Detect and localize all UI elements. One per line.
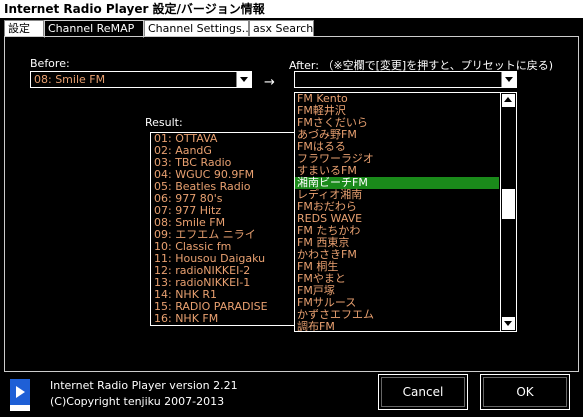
arrow-icon: → xyxy=(264,75,275,90)
chevron-down-icon[interactable] xyxy=(236,72,251,87)
scroll-up-icon[interactable] xyxy=(502,94,515,107)
chevron-down-icon[interactable] xyxy=(501,72,516,87)
cancel-button[interactable]: Cancel xyxy=(378,374,468,410)
tab-settings[interactable]: 設定 xyxy=(4,20,44,37)
tab-asx-search[interactable]: asx Search xyxy=(249,20,314,37)
tab-channel-settings[interactable]: Channel Settings... xyxy=(144,20,252,37)
result-label: Result: xyxy=(145,116,183,129)
after-dropdown-list[interactable]: FM Kento FM軽井沢 FMさくだいら あづみ野FM FMはるる フラワー… xyxy=(294,92,517,332)
dropdown-scrollbar[interactable] xyxy=(500,93,516,331)
scroll-down-icon[interactable] xyxy=(502,317,515,330)
scroll-thumb[interactable] xyxy=(502,189,515,219)
ok-button[interactable]: OK xyxy=(480,374,570,410)
after-combo[interactable] xyxy=(294,71,517,88)
list-item[interactable]: 16: NHK FM xyxy=(151,313,297,325)
dropdown-item[interactable]: 調布FM xyxy=(295,321,499,332)
copyright-text: (C)Copyright tenjiku 2007-2013 xyxy=(50,395,225,408)
version-text: Internet Radio Player version 2.21 xyxy=(50,379,238,392)
before-combo[interactable]: 08: Smile FM xyxy=(30,71,252,88)
play-icon xyxy=(10,379,30,405)
keyboard-icon xyxy=(10,405,30,411)
window-title: Internet Radio Player 設定/バージョン情報 xyxy=(0,0,583,18)
result-list[interactable]: 01: OTTAVA 02: AandG 03: TBC Radio 04: W… xyxy=(150,132,298,326)
before-value: 08: Smile FM xyxy=(34,73,106,86)
before-label: Before: xyxy=(30,57,70,70)
